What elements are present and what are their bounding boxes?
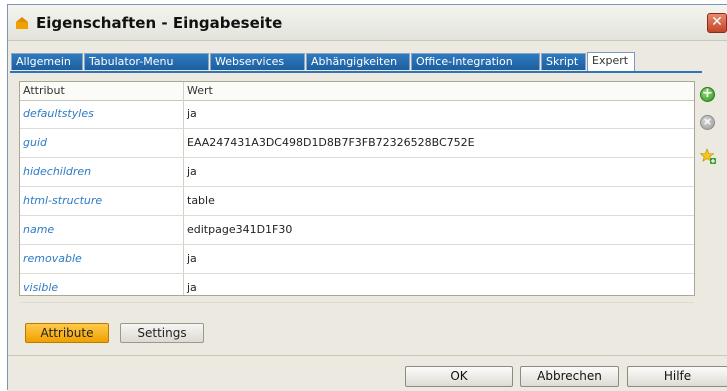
value-cell[interactable]: editpage341D1F30 (187, 223, 292, 236)
remove-attribute-button[interactable]: × (700, 115, 715, 130)
grid-header: Attribut Wert (20, 82, 694, 101)
tab-allgemein[interactable]: Allgemein (11, 53, 83, 70)
attribute-view-button[interactable]: Attribute (25, 323, 109, 343)
help-button[interactable]: Hilfe (627, 366, 727, 387)
attribute-cell: defaultstyles (23, 107, 94, 120)
app-icon (16, 17, 28, 29)
attribute-cell: name (23, 223, 55, 236)
properties-dialog: Eigenschaften - Eingabeseite ✕ Allgemein… (7, 4, 727, 391)
tab-bar: Allgemein Tabulator-Menu Webservices Abh… (8, 52, 727, 71)
attribute-cell: html-structure (23, 194, 103, 207)
value-cell[interactable]: ja (187, 165, 197, 178)
tab-webservices[interactable]: Webservices (210, 53, 305, 70)
cancel-button[interactable]: Abbrechen (520, 366, 619, 387)
plus-circle-icon: + (702, 86, 713, 101)
ok-button[interactable]: OK (405, 366, 513, 387)
tab-expert[interactable]: Expert (587, 52, 635, 71)
add-attribute-button[interactable]: + (700, 87, 715, 102)
tab-tabulator-menu[interactable]: Tabulator-Menu (84, 53, 209, 70)
value-cell[interactable]: ja (187, 252, 197, 265)
column-header-attribut[interactable]: Attribut (23, 84, 65, 97)
attribute-cell: guid (23, 136, 47, 149)
table-row[interactable]: removable ja (20, 245, 694, 274)
dialog-footer: OK Abbrechen Hilfe (8, 356, 727, 391)
value-cell[interactable]: table (187, 194, 215, 207)
attribute-grid: Attribut Wert defaultstyles ja guid EAA2… (19, 81, 695, 303)
attribute-cell: removable (23, 252, 82, 265)
star-add-icon[interactable] (700, 148, 717, 165)
value-cell[interactable]: ja (187, 107, 197, 120)
attribute-cell: visible (23, 281, 59, 294)
value-cell[interactable]: ja (187, 281, 197, 294)
table-row[interactable]: visible ja (20, 274, 694, 303)
window-title: Eigenschaften - Eingabeseite (36, 14, 283, 32)
x-circle-icon: × (702, 115, 713, 128)
table-row[interactable]: defaultstyles ja (20, 100, 694, 129)
table-row[interactable]: html-structure table (20, 187, 694, 216)
table-row[interactable]: hidechildren ja (20, 158, 694, 187)
attribute-cell: hidechildren (23, 165, 92, 178)
column-header-wert[interactable]: Wert (187, 84, 213, 97)
tab-office-integration[interactable]: Office-Integration (411, 53, 540, 70)
expert-panel: Attribut Wert defaultstyles ja guid EAA2… (10, 73, 702, 363)
tab-skript[interactable]: Skript (541, 53, 586, 70)
tab-abhaengigkeiten[interactable]: Abhängigkeiten (306, 53, 410, 70)
table-row[interactable]: name editpage341D1F30 (20, 216, 694, 245)
settings-view-button[interactable]: Settings (120, 323, 204, 343)
table-row[interactable]: guid EAA247431A3DC498D1D8B7F3FB72326528B… (20, 129, 694, 158)
value-cell[interactable]: EAA247431A3DC498D1D8B7F3FB72326528BC752E (187, 136, 475, 149)
title-bar: Eigenschaften - Eingabeseite ✕ (8, 5, 727, 41)
close-button[interactable]: ✕ (707, 13, 727, 33)
